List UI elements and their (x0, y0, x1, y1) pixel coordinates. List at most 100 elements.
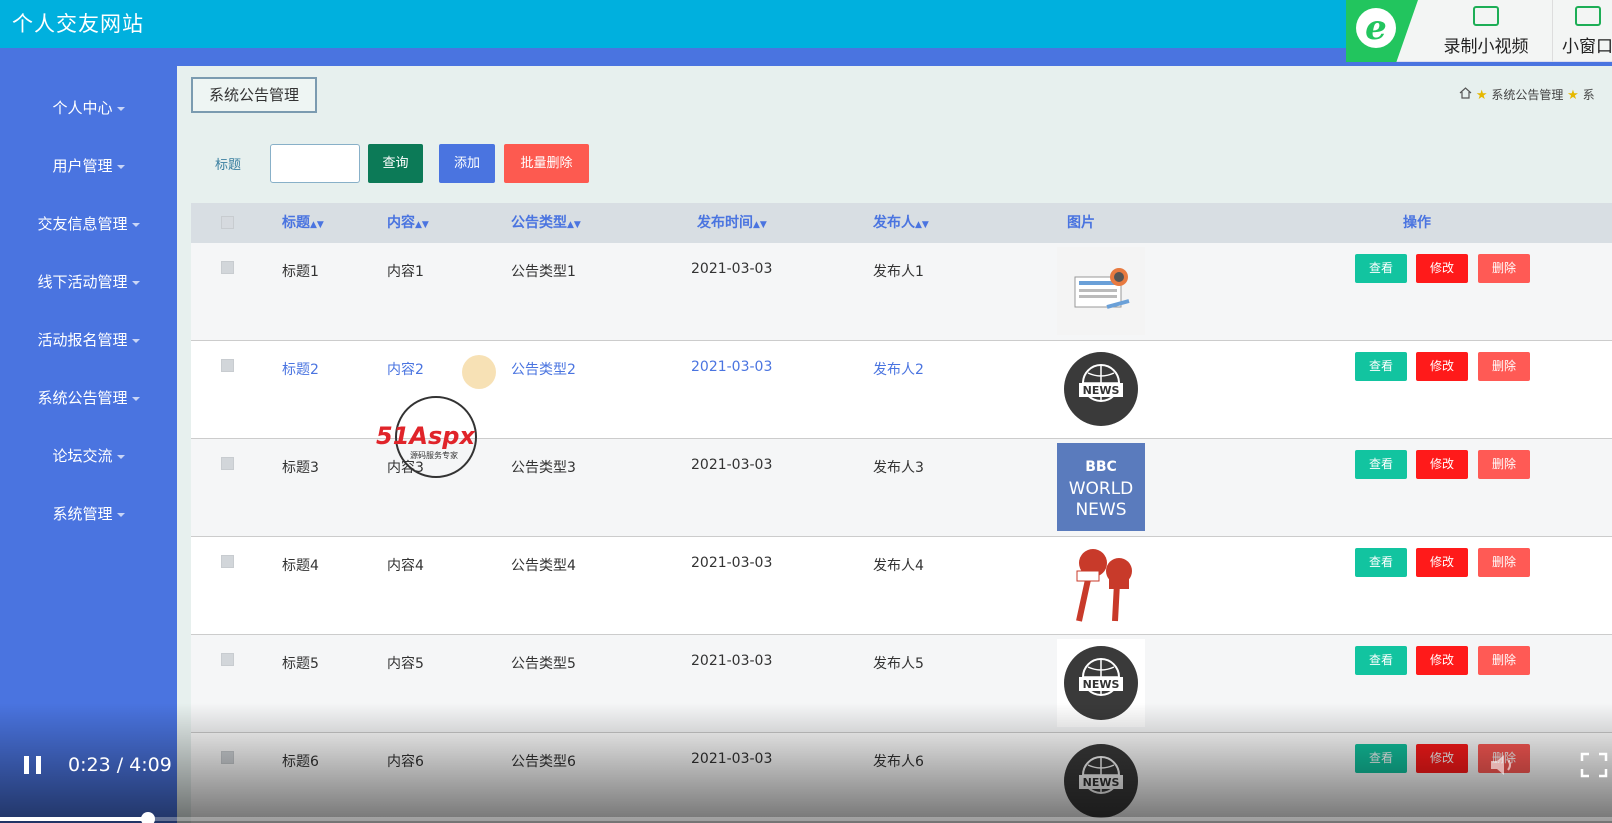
sidebar-item-offline-activity[interactable]: 线下活动管理 (0, 267, 177, 297)
row-checkbox[interactable] (221, 457, 234, 470)
caret-down-icon (116, 106, 125, 111)
breadcrumb-item[interactable]: 系统公告管理 (1491, 88, 1563, 102)
cell-title: 标题6 (282, 754, 319, 770)
view-button[interactable]: 查看 (1355, 450, 1407, 479)
sidebar-item-forum[interactable]: 论坛交流 (0, 441, 177, 471)
cell-time: 2021-03-03 (691, 555, 773, 571)
caret-down-icon (131, 338, 140, 343)
column-header-label: 内容 (387, 215, 415, 231)
cell-content: 内容1 (387, 264, 424, 280)
column-header-label: 发布时间 (697, 215, 753, 231)
mini-window-button[interactable]: 小窗口 (1552, 0, 1612, 62)
cell-time: 2021-03-03 (691, 653, 773, 669)
column-header-title[interactable]: 标题▲▼ (282, 203, 324, 243)
sidebar-item-activity-signup[interactable]: 活动报名管理 (0, 325, 177, 355)
fullscreen-icon[interactable] (1580, 752, 1608, 778)
cell-title: 标题4 (282, 558, 319, 574)
volume-icon[interactable] (1488, 752, 1518, 778)
table-row: 标题6内容6公告类型62021-03-03发布人6NEWS查看修改删除 (191, 733, 1612, 823)
svg-text:NEWS: NEWS (1083, 678, 1120, 691)
pause-button[interactable] (22, 754, 44, 776)
column-header-publisher[interactable]: 发布人▲▼ (873, 203, 929, 243)
column-header-content[interactable]: 内容▲▼ (387, 203, 429, 243)
breadcrumb-item[interactable]: 系 (1583, 88, 1595, 102)
cell-type: 公告类型5 (511, 656, 576, 672)
view-button[interactable]: 查看 (1355, 646, 1407, 675)
select-all-checkbox[interactable] (221, 216, 234, 229)
cell-type: 公告类型4 (511, 558, 576, 574)
add-button[interactable]: 添加 (439, 144, 495, 183)
delete-button[interactable]: 删除 (1478, 450, 1530, 479)
cell-time: 2021-03-03 (691, 457, 773, 473)
table-row: 标题4 内容4 公告类型4 2021-03-03 发布人4 查看 修改 删除 (191, 537, 1612, 635)
playback-progress-bar[interactable] (0, 812, 1612, 823)
edit-button[interactable]: 修改 (1416, 548, 1468, 577)
news-microphone-icon (1057, 541, 1145, 629)
bbc-world-news-icon: BBC WORLD NEWS (1057, 443, 1145, 531)
title-search-input[interactable] (270, 144, 360, 183)
sort-icon: ▲▼ (415, 220, 429, 230)
recorder-logo-icon: e (1356, 8, 1396, 48)
row-checkbox[interactable] (221, 555, 234, 568)
sort-icon: ▲▼ (567, 220, 581, 230)
edit-button[interactable]: 修改 (1416, 646, 1468, 675)
sort-icon: ▲▼ (753, 220, 767, 230)
tv-icon (1574, 6, 1601, 26)
sidebar-item-personal-center[interactable]: 个人中心 (0, 93, 177, 123)
row-checkbox[interactable] (221, 653, 234, 666)
svg-text:NEWS: NEWS (1075, 500, 1126, 520)
row-checkbox[interactable] (221, 359, 234, 372)
view-button[interactable]: 查看 (1355, 548, 1407, 577)
page-tag[interactable]: 系统公告管理 (191, 77, 317, 113)
edit-button[interactable]: 修改 (1416, 352, 1468, 381)
sidebar-item-system[interactable]: 系统管理 (0, 499, 177, 529)
news-globe-icon: NEWS (1057, 345, 1145, 433)
sidebar-item-users[interactable]: 用户管理 (0, 151, 177, 181)
delete-button[interactable]: 删除 (1478, 548, 1530, 577)
sidebar-item-label: 交友信息管理 (37, 215, 128, 233)
edit-button[interactable]: 修改 (1416, 450, 1468, 479)
query-button[interactable]: 查询 (368, 144, 423, 183)
news-paper-icon (1057, 247, 1145, 335)
cell-title: 标题2 (282, 362, 319, 378)
record-video-button[interactable]: 录制小视频 (1426, 0, 1546, 62)
svg-text:WORLD: WORLD (1069, 479, 1134, 499)
edit-button[interactable]: 修改 (1416, 744, 1468, 773)
sidebar-item-dating-info[interactable]: 交友信息管理 (0, 209, 177, 239)
sidebar-item-label: 系统管理 (52, 505, 113, 523)
caret-down-icon (116, 454, 125, 459)
star-icon: ★ (1475, 88, 1488, 103)
column-header-label: 标题 (282, 215, 310, 231)
cell-content: 内容4 (387, 558, 424, 574)
view-button[interactable]: 查看 (1355, 352, 1407, 381)
sidebar: 个人中心 用户管理 交友信息管理 线下活动管理 活动报名管理 系统公告管理 论坛… (0, 66, 177, 823)
view-button[interactable]: 查看 (1355, 744, 1407, 773)
site-title: 个人交友网站 (12, 12, 144, 36)
video-camera-icon (1473, 6, 1499, 26)
recorder-toolbar: e 录制小视频 小窗口 (1346, 0, 1612, 62)
view-button[interactable]: 查看 (1355, 254, 1407, 283)
column-header-type[interactable]: 公告类型▲▼ (511, 203, 581, 243)
batch-delete-button[interactable]: 批量删除 (504, 144, 589, 183)
edit-button[interactable]: 修改 (1416, 254, 1468, 283)
column-header-label: 发布人 (873, 215, 915, 231)
delete-button[interactable]: 删除 (1478, 352, 1530, 381)
table-row: 标题5 内容5 公告类型5 2021-03-03 发布人5 NEWS 查看 修改 删除 (191, 635, 1612, 733)
svg-text:NEWS: NEWS (1083, 776, 1120, 789)
svg-text:NEWS: NEWS (1083, 384, 1120, 397)
sidebar-item-announcements[interactable]: 系统公告管理 (0, 383, 177, 413)
cell-content: 内容2 (387, 362, 424, 378)
row-checkbox[interactable] (221, 751, 234, 764)
caret-down-icon (131, 222, 140, 227)
delete-button[interactable]: 删除 (1478, 646, 1530, 675)
playback-progress-knob[interactable] (141, 812, 156, 823)
sidebar-item-label: 线下活动管理 (37, 273, 128, 291)
column-header-time[interactable]: 发布时间▲▼ (697, 203, 767, 243)
table-header: 标题▲▼ 内容▲▼ 公告类型▲▼ 发布时间▲▼ 发布人▲▼ 图片 操作 (191, 203, 1612, 243)
recorder-logo: e (1346, 0, 1418, 62)
cell-publisher: 发布人1 (873, 264, 924, 280)
home-icon[interactable] (1459, 87, 1472, 99)
row-checkbox[interactable] (221, 261, 234, 274)
delete-button[interactable]: 删除 (1478, 254, 1530, 283)
sort-icon: ▲▼ (310, 220, 324, 230)
